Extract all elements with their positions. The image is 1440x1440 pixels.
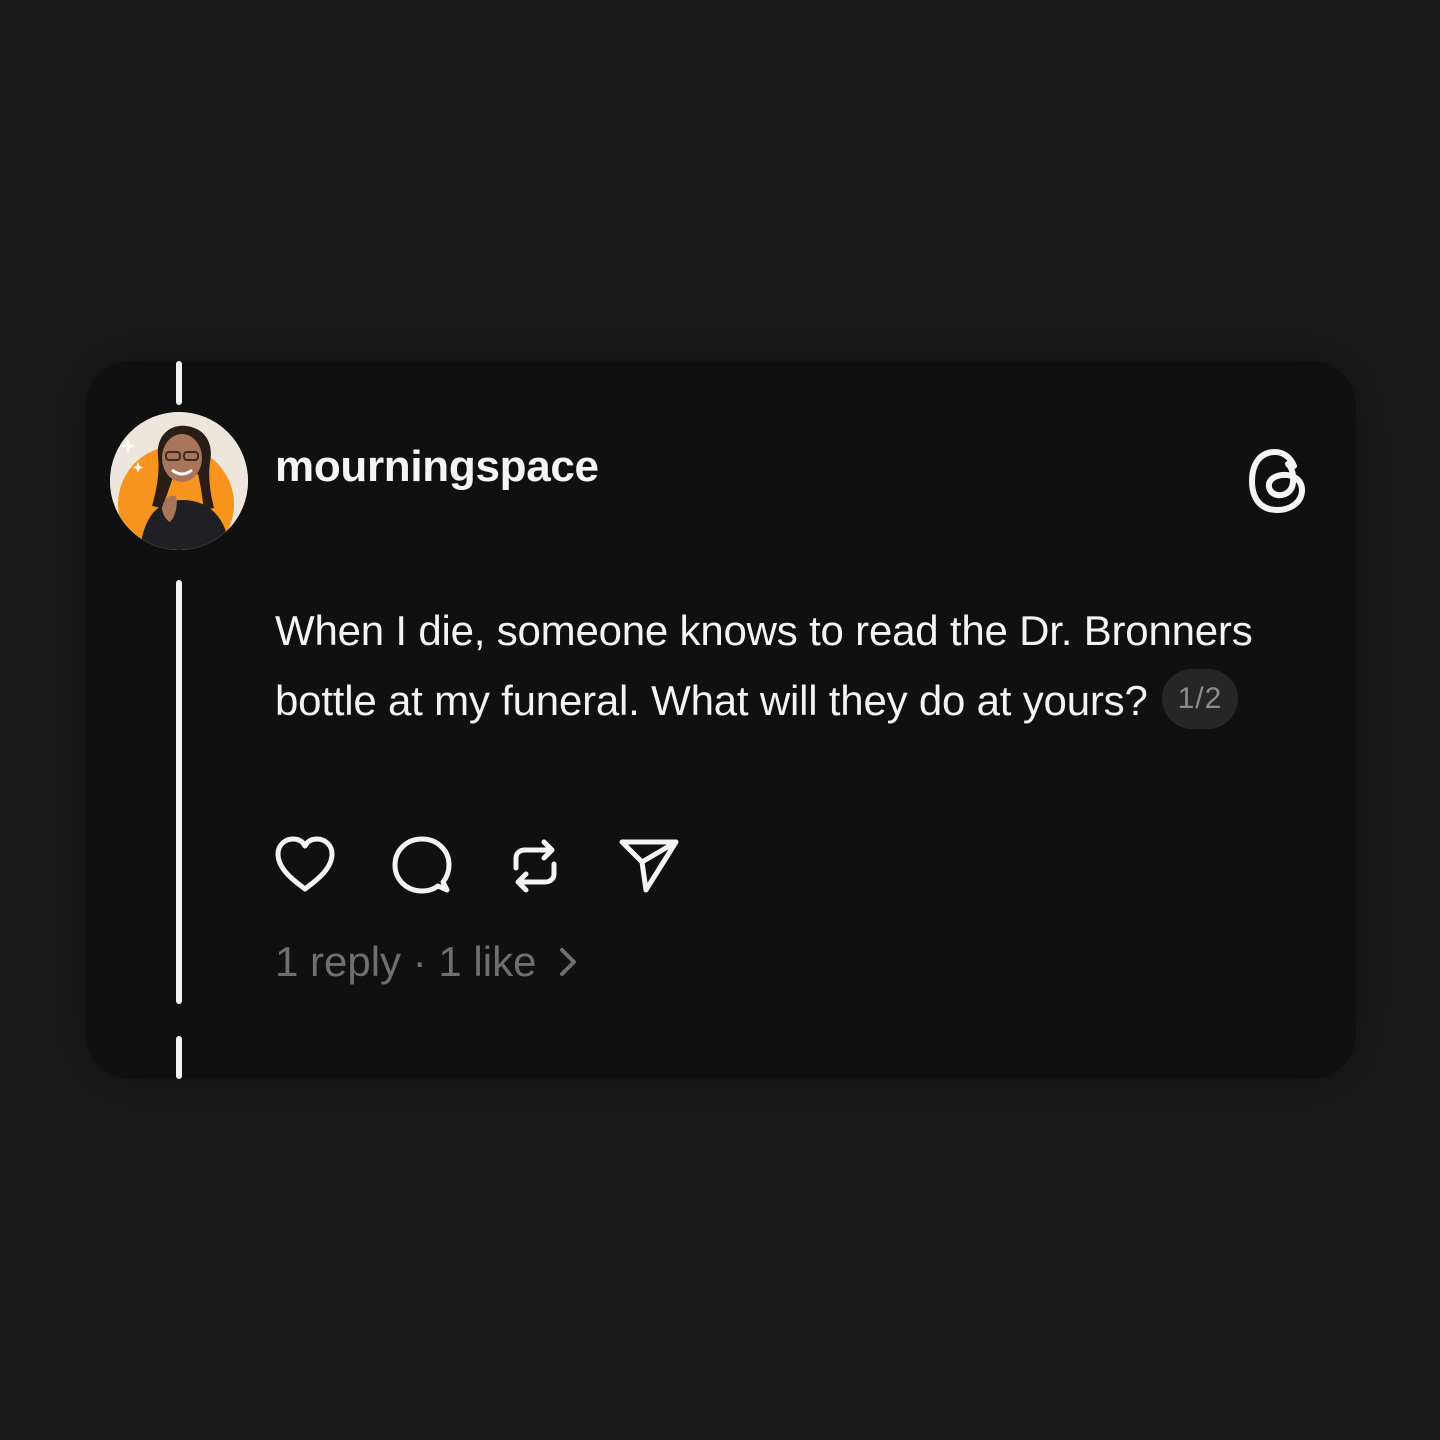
comment-icon[interactable] [388, 832, 454, 898]
thread-line-top [176, 361, 182, 405]
avatar-photo [110, 412, 248, 550]
heart-icon[interactable] [272, 832, 338, 898]
thread-line [176, 580, 182, 1004]
post-text: When I die, someone knows to read the Dr… [275, 596, 1335, 736]
repost-icon[interactable] [502, 832, 568, 898]
chevron-right-icon[interactable] [554, 942, 582, 982]
thread-line-bottom [176, 1036, 182, 1079]
reply-like-count[interactable]: 1 reply · 1 like [275, 938, 536, 986]
post-body: When I die, someone knows to read the Dr… [275, 607, 1253, 724]
share-icon[interactable] [616, 832, 682, 898]
avatar[interactable] [110, 412, 248, 550]
username[interactable]: mourningspace [275, 442, 599, 492]
post-stats[interactable]: 1 reply · 1 like [275, 938, 582, 986]
threads-logo-icon[interactable] [1244, 446, 1312, 516]
thread-count-badge: 1/2 [1161, 668, 1239, 729]
